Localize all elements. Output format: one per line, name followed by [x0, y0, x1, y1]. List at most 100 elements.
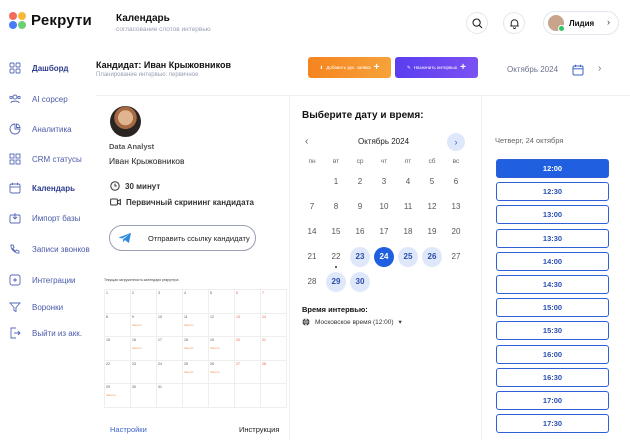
mini-calendar-title: Текущая загруженность календаря рекрутер… — [104, 278, 179, 282]
mini-calendar-cell: 23 — [131, 360, 157, 385]
sidebar-item-label: Календарь — [32, 183, 76, 193]
weekday-label: вт — [332, 158, 340, 165]
send-link-button[interactable]: Отправить ссылку кандидату — [109, 225, 256, 251]
calendar-day[interactable]: 29 — [326, 272, 346, 292]
calendar-day: 11 — [403, 202, 413, 211]
candidate-subtitle: Планирование интервью: первичное — [96, 72, 199, 78]
mini-calendar-event: Занято — [210, 346, 220, 351]
mini-calendar-event: Занято — [132, 346, 142, 351]
mini-calendar-cell: 31 — [157, 384, 183, 408]
sidebar-item-10[interactable]: Выйти из акк. — [9, 327, 82, 339]
user-menu[interactable]: Лидия › — [543, 11, 619, 35]
caret-down-icon: ▾ — [398, 319, 402, 326]
mini-calendar-cell: 9 Занято — [131, 313, 157, 338]
calendar-picker-button[interactable] — [572, 63, 584, 81]
time-slot-button[interactable]: 15:30 — [496, 321, 609, 341]
time-slot-button[interactable]: 13:00 — [496, 205, 609, 225]
sidebar-item-7[interactable]: Записи звонков — [9, 243, 90, 255]
time-slot-button[interactable]: 15:00 — [496, 298, 609, 318]
mini-calendar-cell: 21 — [261, 337, 287, 361]
mini-calendar-cell: 1 — [105, 290, 131, 314]
sidebar-item-label: Аналитика — [32, 124, 72, 134]
duration-row: 30 минут — [110, 181, 160, 191]
import-icon — [9, 213, 21, 224]
sidebar-item-label: Интеграции — [32, 275, 76, 285]
calendar-day: 28 — [307, 277, 317, 286]
sidebar-item-label: Записи звонков — [32, 244, 90, 254]
candidate-role: Data Analyst — [109, 142, 155, 151]
logo-mark-icon — [9, 12, 26, 29]
calendar-next-month-button[interactable]: › — [447, 133, 465, 151]
time-slot-button[interactable]: 14:30 — [496, 275, 609, 294]
search-icon — [471, 17, 482, 28]
calendar-day: 13 — [451, 202, 461, 211]
candidate-name: Иван Крыжовников — [109, 156, 185, 166]
mini-calendar-cell — [235, 384, 261, 408]
mini-calendar-cell: 4 — [183, 290, 209, 314]
sidebar-item-6[interactable]: Импорт базы — [9, 212, 80, 224]
mini-calendar-cell: 10 — [157, 313, 183, 338]
sidebar-item-2[interactable]: AI сорсер — [9, 93, 68, 105]
calendar-day: 9 — [357, 202, 363, 211]
mini-calendar-cell: 14 — [261, 313, 287, 338]
time-slot-button[interactable]: 17:30 — [496, 414, 609, 434]
time-slot-button[interactable]: 13:30 — [496, 228, 609, 248]
time-slot-button[interactable]: 17:00 — [496, 391, 609, 410]
sidebar-item-5[interactable]: Календарь — [9, 182, 75, 194]
sidebar-item-8[interactable]: Интеграции — [9, 274, 76, 286]
logo-text: Рекрути — [31, 12, 92, 29]
sidebar-item-3[interactable]: Аналитика — [9, 123, 72, 135]
sidebar-item-4[interactable]: CRM статусы — [9, 153, 82, 165]
mini-calendar-cell: 26 Занято — [209, 360, 235, 385]
mini-calendar-event: Занято — [184, 369, 194, 374]
download-icon: ⬇ — [319, 64, 324, 70]
current-month: Октябрь 2024 — [507, 65, 559, 74]
next-month-button[interactable]: › — [598, 63, 601, 74]
calendar-day[interactable]: 25 — [398, 247, 418, 267]
calendar-day[interactable]: 26 — [422, 247, 442, 267]
settings-link[interactable]: Настройки — [110, 425, 147, 434]
calendar-day[interactable]: 23 — [350, 247, 370, 267]
calendar-day[interactable]: 24 — [374, 247, 394, 267]
search-button[interactable] — [466, 12, 488, 34]
time-slot-button[interactable]: 16:00 — [496, 344, 609, 364]
sidebar-item-1[interactable]: Дашборд — [9, 62, 68, 74]
time-slot-button[interactable]: 14:00 — [496, 251, 609, 271]
integrations-icon — [9, 274, 21, 286]
calendar-icon — [9, 182, 21, 194]
call-records-icon — [10, 244, 20, 254]
weekday-label: сб — [428, 158, 436, 165]
mini-calendar-cell: 27 — [235, 360, 261, 385]
time-slot-button[interactable]: 16:30 — [496, 367, 609, 387]
plus-icon: + — [460, 62, 466, 73]
calendar-day: 14 — [307, 227, 317, 236]
calendar-month: Октябрь 2024 — [358, 137, 410, 146]
mini-calendar-cell: 15 — [105, 337, 131, 361]
time-slot-button[interactable]: 12:30 — [496, 182, 609, 202]
instructions-link[interactable]: Инструкция — [239, 425, 279, 434]
mini-calendar-event: Занято — [184, 346, 194, 351]
timezone-select[interactable]: Московское время (12:00) ▾ — [302, 318, 402, 326]
mini-calendar-cell: 25 Занято — [183, 360, 209, 385]
sidebar-item-label: AI сорсер — [32, 94, 68, 104]
mini-calendar-cell: 30 — [131, 384, 157, 408]
sidebar-item-label: Импорт базы — [32, 213, 81, 223]
notifications-button[interactable] — [503, 12, 525, 34]
calendar-day: 1 — [333, 177, 339, 186]
calendar-day: 27 — [451, 252, 461, 261]
calendar-day[interactable]: 30 — [350, 272, 370, 292]
divider — [289, 95, 290, 440]
logo[interactable]: Рекрути — [9, 12, 92, 29]
mini-calendar-cell — [209, 384, 235, 408]
time-slot-button[interactable]: 12:00 — [496, 159, 609, 178]
previous-month-button[interactable]: ‹ — [305, 136, 308, 147]
calendar-day: 8 — [333, 202, 339, 211]
weekday-label: пт — [404, 158, 412, 165]
pen-icon: ✎ — [407, 64, 411, 70]
date-picker-heading: Выберите дату и время: — [302, 110, 424, 121]
dashboard-icon — [9, 62, 21, 74]
add-request-button[interactable]: ⬇ Добавить рук. заявка + — [308, 57, 391, 78]
sidebar-item-9[interactable]: Воронки — [9, 301, 63, 313]
page-title: Календарь — [116, 13, 170, 24]
schedule-interview-button[interactable]: ✎ Назначить интервью + — [395, 57, 478, 78]
